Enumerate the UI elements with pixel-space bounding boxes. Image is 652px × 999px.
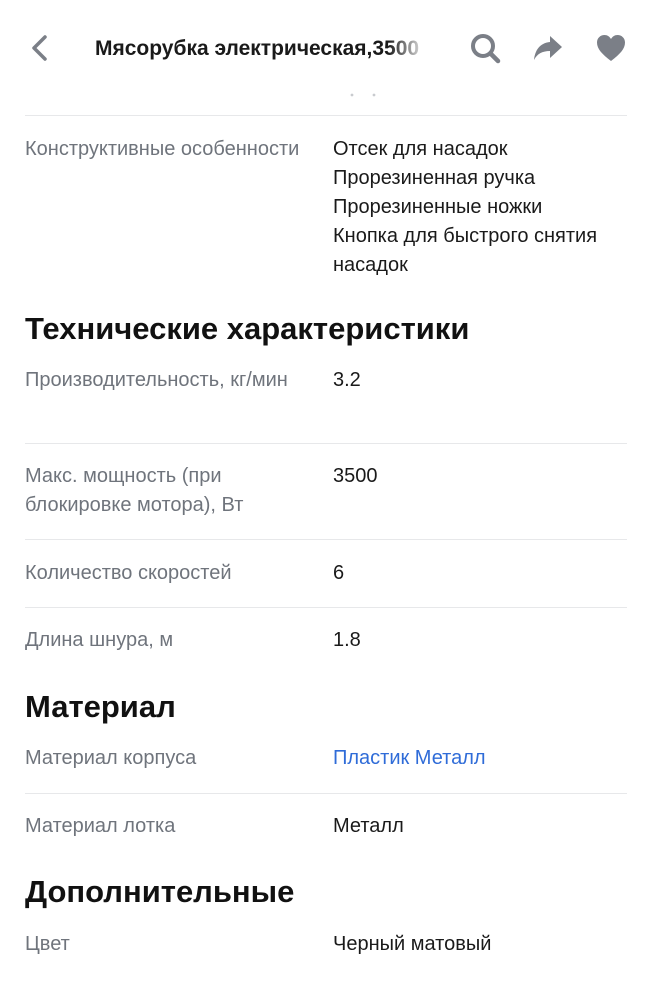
partial-text-fragment bbox=[340, 86, 380, 97]
section-title-tech: Технические характеристики bbox=[25, 311, 470, 346]
spec-value: Металл bbox=[333, 815, 404, 837]
section-title-extra: Дополнительные bbox=[25, 874, 295, 909]
search-button[interactable] bbox=[465, 28, 505, 68]
spec-label: Материал корпуса bbox=[25, 747, 197, 769]
feature-value: Отсек для насадок bbox=[333, 138, 508, 160]
spec-value: 3500 bbox=[333, 465, 378, 487]
heart-icon bbox=[597, 35, 625, 61]
spec-value: Черный матовый bbox=[333, 933, 492, 955]
spec-value: 3.2 bbox=[333, 369, 361, 391]
share-icon bbox=[534, 36, 562, 60]
divider bbox=[25, 539, 627, 540]
spec-label: Материал лотка bbox=[25, 815, 176, 837]
section-title-material: Материал bbox=[25, 689, 176, 724]
spec-label: Цвет bbox=[25, 933, 70, 955]
spec-value: 6 bbox=[333, 562, 345, 584]
chevron-left-icon bbox=[32, 35, 47, 61]
back-button[interactable] bbox=[22, 28, 58, 68]
page-title: Мясорубка электрическая,3500 bbox=[95, 37, 420, 60]
feature-value: Прорезиненные ножки bbox=[333, 196, 543, 218]
divider bbox=[25, 115, 627, 116]
spec-value: 1.8 bbox=[333, 629, 361, 651]
spec-label: Длина шнура, м bbox=[25, 629, 174, 651]
material-link[interactable]: Пластик Металл bbox=[333, 744, 633, 773]
divider bbox=[25, 443, 627, 444]
search-icon bbox=[471, 34, 501, 64]
spec-label: Макс. мощность (при блокировке мотора), … bbox=[25, 465, 244, 516]
spec-label: Количество скоростей bbox=[25, 562, 232, 584]
favorite-button[interactable] bbox=[591, 28, 631, 68]
features-values: Отсек для насадок Прорезиненная ручка Пр… bbox=[333, 135, 633, 280]
feature-value: Кнопка для быстрого снятия насадок bbox=[333, 225, 598, 276]
feature-value: Прорезиненная ручка bbox=[333, 167, 536, 189]
spec-label: Производительность, кг/мин bbox=[25, 369, 288, 391]
top-bar: Мясорубка электрическая,3500 bbox=[0, 0, 652, 96]
features-label: Конструктивные особенности bbox=[25, 138, 300, 160]
share-button[interactable] bbox=[528, 28, 568, 68]
divider bbox=[25, 793, 627, 794]
divider bbox=[25, 607, 627, 608]
